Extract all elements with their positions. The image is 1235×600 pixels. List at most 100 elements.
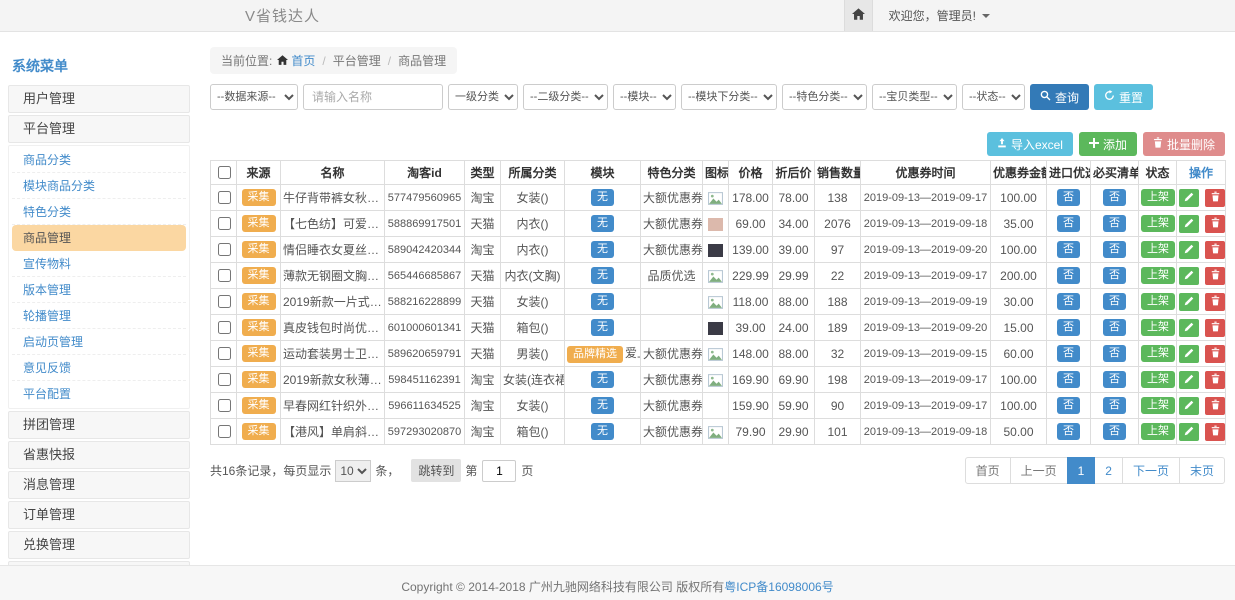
sidebar-sub-item[interactable]: 意见反馈 <box>12 355 186 381</box>
name-search-input[interactable] <box>303 84 443 110</box>
filter-select[interactable]: --二级分类-- <box>523 84 608 110</box>
must-buy-toggle[interactable]: 否 <box>1103 319 1126 336</box>
filter-select[interactable]: --特色分类-- <box>782 84 867 110</box>
must-buy-toggle[interactable]: 否 <box>1103 267 1126 284</box>
must-buy-toggle[interactable]: 否 <box>1103 371 1126 388</box>
edit-button[interactable] <box>1179 241 1199 259</box>
imported-toggle[interactable]: 否 <box>1057 345 1080 362</box>
delete-button[interactable] <box>1205 371 1225 389</box>
reset-button[interactable]: 重置 <box>1094 84 1153 110</box>
row-checkbox[interactable] <box>218 269 231 282</box>
status-toggle[interactable]: 上架 <box>1141 267 1175 284</box>
filter-select[interactable]: --模块下分类-- <box>681 84 777 110</box>
status-toggle[interactable]: 上架 <box>1141 319 1175 336</box>
must-buy-toggle[interactable]: 否 <box>1103 423 1126 440</box>
must-buy-toggle[interactable]: 否 <box>1103 189 1126 206</box>
batch-delete-button[interactable]: 批量删除 <box>1143 132 1225 156</box>
page-button[interactable]: 上一页 <box>1010 457 1068 484</box>
add-button[interactable]: 添加 <box>1079 132 1137 156</box>
imported-toggle[interactable]: 否 <box>1057 319 1080 336</box>
search-button[interactable]: 查询 <box>1030 84 1089 110</box>
must-buy-toggle[interactable]: 否 <box>1103 293 1126 310</box>
sidebar-section-item[interactable]: 订单管理 <box>8 501 190 529</box>
status-toggle[interactable]: 上架 <box>1141 397 1175 414</box>
delete-button[interactable] <box>1205 345 1225 363</box>
sidebar-section-item[interactable]: 平台管理 <box>8 115 190 143</box>
sidebar-section-item[interactable]: 用户管理 <box>8 85 190 113</box>
row-checkbox[interactable] <box>218 191 231 204</box>
sidebar-section-item[interactable]: 拼团管理 <box>8 411 190 439</box>
sidebar-sub-item[interactable]: 特色分类 <box>12 199 186 225</box>
row-checkbox[interactable] <box>218 295 231 308</box>
sidebar-section-item[interactable]: 消息管理 <box>8 471 190 499</box>
edit-button[interactable] <box>1179 189 1199 207</box>
row-checkbox[interactable] <box>218 373 231 386</box>
page-button[interactable]: 末页 <box>1179 457 1225 484</box>
delete-button[interactable] <box>1205 189 1225 207</box>
filter-select[interactable]: --模块-- <box>613 84 676 110</box>
delete-button[interactable] <box>1205 423 1225 441</box>
sidebar-sub-item[interactable]: 版本管理 <box>12 277 186 303</box>
sidebar-sub-item[interactable]: 启动页管理 <box>12 329 186 355</box>
sidebar-sub-item[interactable]: 宣传物料 <box>12 251 186 277</box>
home-button[interactable] <box>844 0 873 31</box>
imported-toggle[interactable]: 否 <box>1057 241 1080 258</box>
edit-button[interactable] <box>1179 423 1199 441</box>
must-buy-toggle[interactable]: 否 <box>1103 345 1126 362</box>
delete-button[interactable] <box>1205 397 1225 415</box>
sidebar-section-item[interactable]: 省惠快报 <box>8 441 190 469</box>
filter-select[interactable]: --宝贝类型-- <box>872 84 957 110</box>
page-button[interactable]: 下一页 <box>1122 457 1180 484</box>
row-checkbox[interactable] <box>218 399 231 412</box>
must-buy-toggle[interactable]: 否 <box>1103 241 1126 258</box>
filter-select[interactable]: --状态-- <box>962 84 1025 110</box>
sidebar-sub-item[interactable]: 商品分类 <box>12 147 186 173</box>
edit-button[interactable] <box>1179 293 1199 311</box>
imported-toggle[interactable]: 否 <box>1057 215 1080 232</box>
sidebar-sub-item[interactable]: 平台配置 <box>12 381 186 407</box>
status-toggle[interactable]: 上架 <box>1141 215 1175 232</box>
status-toggle[interactable]: 上架 <box>1141 371 1175 388</box>
edit-button[interactable] <box>1179 371 1199 389</box>
edit-button[interactable] <box>1179 319 1199 337</box>
sidebar-section-item[interactable]: 兑换管理 <box>8 531 190 559</box>
edit-button[interactable] <box>1179 215 1199 233</box>
breadcrumb-home-link[interactable]: 首页 <box>291 52 315 69</box>
imported-toggle[interactable]: 否 <box>1057 371 1080 388</box>
row-checkbox[interactable] <box>218 321 231 334</box>
delete-button[interactable] <box>1205 267 1225 285</box>
jump-button[interactable]: 跳转到 <box>411 459 461 482</box>
edit-button[interactable] <box>1179 397 1199 415</box>
status-toggle[interactable]: 上架 <box>1141 189 1175 206</box>
row-checkbox[interactable] <box>218 347 231 360</box>
icp-link[interactable]: 粤ICP备16098006号 <box>724 580 833 594</box>
status-toggle[interactable]: 上架 <box>1141 345 1175 362</box>
imported-toggle[interactable]: 否 <box>1057 189 1080 206</box>
delete-button[interactable] <box>1205 293 1225 311</box>
row-checkbox[interactable] <box>218 217 231 230</box>
edit-button[interactable] <box>1179 267 1199 285</box>
edit-button[interactable] <box>1179 345 1199 363</box>
must-buy-toggle[interactable]: 否 <box>1103 397 1126 414</box>
row-checkbox[interactable] <box>218 425 231 438</box>
imported-toggle[interactable]: 否 <box>1057 397 1080 414</box>
imported-toggle[interactable]: 否 <box>1057 267 1080 284</box>
delete-button[interactable] <box>1205 215 1225 233</box>
data-source-select[interactable]: --数据来源-- <box>210 84 298 110</box>
import-excel-button[interactable]: 导入excel <box>987 132 1073 156</box>
page-button[interactable]: 2 <box>1094 457 1123 484</box>
filter-select[interactable]: 一级分类 <box>448 84 518 110</box>
delete-button[interactable] <box>1205 319 1225 337</box>
sidebar-sub-item[interactable]: 模块商品分类 <box>12 173 186 199</box>
row-checkbox[interactable] <box>218 243 231 256</box>
sidebar-sub-item[interactable]: 轮播管理 <box>12 303 186 329</box>
user-menu[interactable]: 欢迎您，管理员! <box>889 7 990 24</box>
imported-toggle[interactable]: 否 <box>1057 423 1080 440</box>
delete-button[interactable] <box>1205 241 1225 259</box>
per-page-select[interactable]: 10 <box>335 460 371 482</box>
must-buy-toggle[interactable]: 否 <box>1103 215 1126 232</box>
status-toggle[interactable]: 上架 <box>1141 293 1175 310</box>
page-button[interactable]: 首页 <box>965 457 1011 484</box>
page-button[interactable]: 1 <box>1067 457 1096 484</box>
sidebar-sub-item[interactable]: 商品管理 <box>12 225 186 251</box>
